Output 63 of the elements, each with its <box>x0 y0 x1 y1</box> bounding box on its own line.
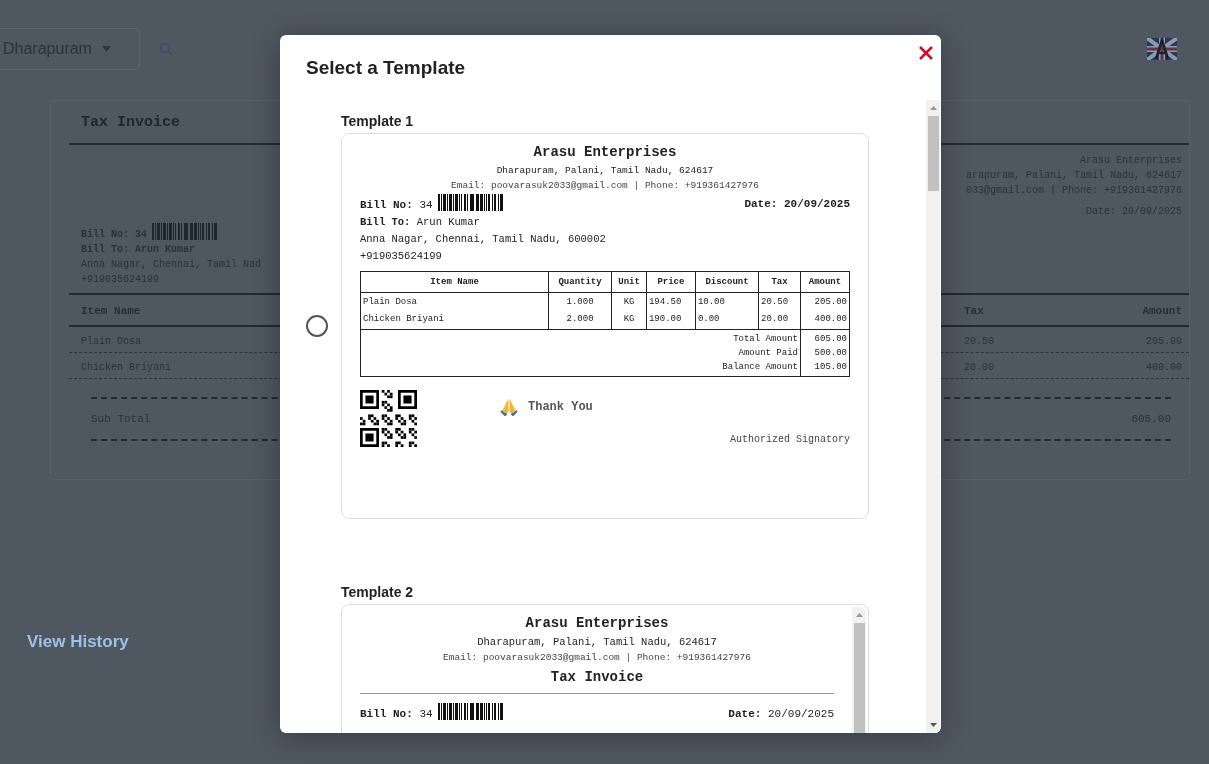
table-cell: 400.00 <box>800 310 850 330</box>
bill-to: Bill To: Arun Kumar <box>360 216 481 228</box>
company-name: Arasu Enterprises <box>525 615 669 631</box>
company-contact: Email: poovarasuk2033@gmail.com | Phone: +919361427976 <box>451 180 759 191</box>
total-value: 605.00 <box>800 329 850 346</box>
total-label: Balance Amount <box>360 360 801 377</box>
table-cell: 190.00 <box>646 310 696 330</box>
table-cell: 2.000 <box>548 310 612 330</box>
table-cell: 20.50 <box>758 292 801 310</box>
invoice-date: Date: 20/09/2025 <box>744 198 850 210</box>
table-cell: 205.00 <box>800 292 850 310</box>
table-cell: KG <box>611 292 647 310</box>
scroll-up-icon[interactable] <box>855 613 863 617</box>
column-header: Tax <box>758 271 801 293</box>
view-history-link[interactable]: View History <box>27 632 129 652</box>
bill-number: Bill No: 34 <box>360 708 433 720</box>
invoice-date: Date: 20/09/2025 <box>728 708 834 720</box>
radio-button[interactable] <box>306 315 328 337</box>
total-value: 105.00 <box>800 360 850 377</box>
scrollbar[interactable] <box>926 100 940 733</box>
template-label: Template 2 <box>341 584 415 600</box>
total-value: 500.00 <box>800 346 850 360</box>
barcode-icon <box>437 703 504 720</box>
template-preview[interactable] <box>341 133 869 519</box>
praying-hands-icon <box>500 398 518 416</box>
total-label: Total Amount <box>360 329 801 346</box>
table-cell: 194.50 <box>646 292 696 310</box>
bill-number: Bill No: 34 <box>360 199 433 211</box>
company-address: Dharapuram, Palani, Tamil Nadu, 624617 <box>496 165 714 176</box>
flag-icon[interactable] <box>1147 38 1177 60</box>
table-cell: Plain Dosa <box>360 292 549 310</box>
table-cell: 20.00 <box>758 310 801 330</box>
table-cell: Chicken Briyani <box>360 310 549 330</box>
barcode-icon <box>437 194 504 211</box>
customer-phone: +919035624199 <box>360 250 443 262</box>
company-name: Arasu Enterprises <box>533 144 677 160</box>
scroll-thumb[interactable] <box>927 116 939 191</box>
total-label: Amount Paid <box>360 346 801 360</box>
table-cell: 1.000 <box>548 292 612 310</box>
template-label: Template 1 <box>341 113 415 129</box>
thank-you-text: Thank You <box>528 400 593 414</box>
customer-address: Anna Nagar, Chennai, Tamil Nadu, 600002 <box>360 233 607 245</box>
column-header: Unit <box>611 271 647 293</box>
barcode-icon <box>152 223 218 240</box>
invoice-title: Tax Invoice <box>550 669 644 685</box>
scroll-down-icon[interactable] <box>929 723 937 727</box>
scroll-thumb[interactable] <box>853 623 865 733</box>
table-cell: 10.00 <box>695 292 759 310</box>
dialog-title: Select a Template <box>306 57 466 79</box>
column-header: Price <box>646 271 696 293</box>
caret-icon <box>101 46 111 52</box>
template-preview[interactable]: Arasu Enterprises Dharapuram, Palani, Tamil Nadu, 624617 Email: poovarasuk2033@gmail.com | Phone: +919361427976 Tax Invoice Bill No: 34 Date: 20/09/2025 <box>341 604 869 733</box>
company-address: Dharapuram, Palani, Tamil Nadu, 624617 <box>477 636 717 648</box>
qr-code-icon <box>360 390 417 447</box>
signatory-label: Authorized Signatory <box>729 434 850 445</box>
table-cell: KG <box>611 310 647 330</box>
column-header: Item Name <box>360 271 549 293</box>
column-header: Discount <box>695 271 759 293</box>
column-header: Quantity <box>548 271 612 293</box>
column-header: Amount <box>800 271 850 293</box>
scroll-up-icon[interactable] <box>929 106 937 110</box>
company-contact: Email: poovarasuk2033@gmail.com | Phone: +919361427976 <box>443 652 751 663</box>
table-cell: 0.00 <box>695 310 759 330</box>
